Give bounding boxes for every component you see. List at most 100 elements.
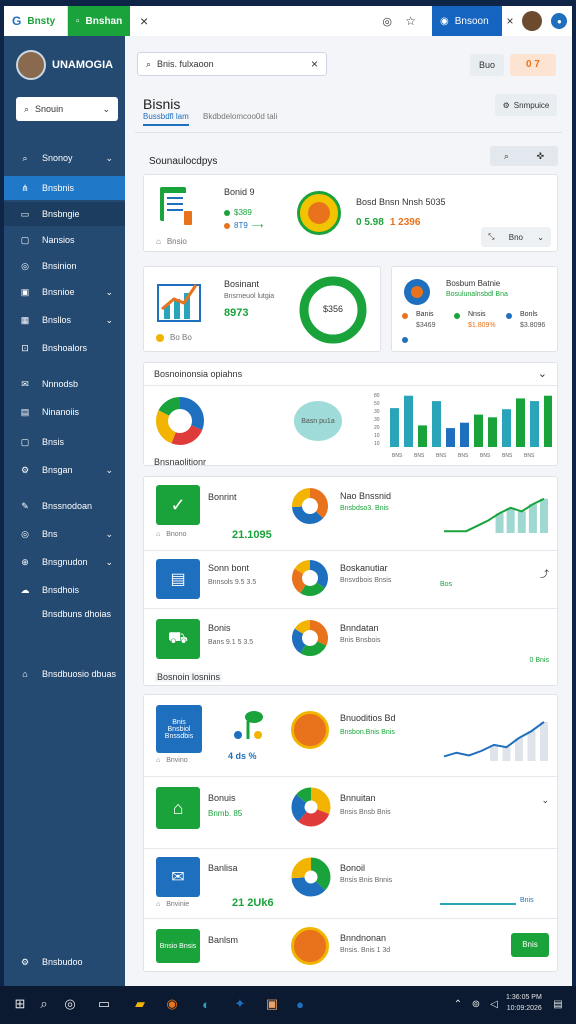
windows-start-icon[interactable]: ⊞ <box>10 994 30 1014</box>
chevron-down-icon[interactable]: ⌄ <box>538 367 547 380</box>
sidebar-item-5[interactable]: ▣ Bnsnioe ⌄ <box>4 280 125 304</box>
sidebar-select[interactable]: ⌕ Snouin ⌄ <box>16 97 118 121</box>
sidebar-item-label: Bns <box>42 529 58 539</box>
sidebar-item-15[interactable]: ☁ Bnsdhois <box>4 578 125 602</box>
sidebar-item-2[interactable]: ▭ Bnsbngie <box>4 202 125 226</box>
sidebar-item-16[interactable]: Bnsdbuns dhoias <box>4 602 125 626</box>
browser-tab-2[interactable]: ▫ Bnshan <box>68 6 130 36</box>
divider <box>135 132 562 133</box>
card3-column: Banis $3469 <box>402 311 452 329</box>
search-icon[interactable]: ⌕ <box>504 151 509 162</box>
x-tick-label: BNS <box>502 453 513 459</box>
sidebar-item-label: Bnsis <box>42 437 65 447</box>
card2-footer: Bo Bo <box>156 333 192 342</box>
pie-chart <box>154 395 206 447</box>
header-counter[interactable]: 0 7 <box>510 54 556 76</box>
network-icon: ⋔ <box>21 182 29 193</box>
sidebar-item-10[interactable]: ▢ Bnsis <box>4 430 125 454</box>
record-icon[interactable]: ◎ <box>382 15 392 28</box>
trend-chart <box>443 721 548 761</box>
sidebar-item-17[interactable]: ⌂ Bnsdbuosio dbuas <box>4 662 125 686</box>
list-row[interactable]: ⌂ Bonuis Bnmb. 85 Bnnuitan Bnsis Bnsb Bn… <box>144 777 559 849</box>
card1-control[interactable]: ⤡ Bno ⌄ <box>481 227 551 247</box>
arrow-right-icon: ⟶ <box>251 221 264 230</box>
y-tick-label: 10 <box>374 441 380 447</box>
sidebar-item-12[interactable]: ✎ Bnssnodoan <box>4 494 125 518</box>
y-tick-label: 30 <box>374 409 380 415</box>
close-icon[interactable]: × <box>140 13 148 29</box>
browser-tab-1[interactable]: G Bnsty <box>4 6 68 36</box>
address-bar[interactable]: × ◎ ☆ <box>130 6 432 36</box>
close-icon[interactable]: × <box>311 57 318 71</box>
lock-icon: ⊡ <box>21 342 29 353</box>
gear-icon: ⚙ <box>20 464 30 475</box>
progress-line <box>440 903 516 905</box>
sidebar-item-0[interactable]: ⌕ Snonoy ⌄ <box>4 146 125 170</box>
sidebar-item-1[interactable]: ⋔ Bnsbnis <box>4 176 125 200</box>
sidebar-item-label: Nansios <box>42 235 75 245</box>
notification-icon[interactable]: ▤ <box>548 994 568 1014</box>
browser-icon[interactable]: ● <box>290 994 310 1014</box>
sidebar-item-7[interactable]: ⊡ Bnshoalors <box>4 336 125 360</box>
store-icon[interactable]: ▣ <box>262 994 282 1014</box>
action-button[interactable]: ⚙ Snmpuice <box>495 94 557 116</box>
list-row[interactable]: ✓ Bonrint 21.1095 ⌂ Bnono Nao Bnssnid Bns… <box>144 477 559 551</box>
list-row[interactable]: Bnis Bnsbiol Bnssdbis 4 ds % ⌂ Bnvino Bnu… <box>144 695 559 777</box>
sidebar-item-13[interactable]: ◎ Bns ⌄ <box>4 522 125 546</box>
clock[interactable]: 1:36:05 PM 10:09:2026 <box>506 992 542 1014</box>
sidebar-item-label: Nnnodsb <box>42 379 79 389</box>
tab-inactive[interactable]: Bkdbdelomcoo0d tali <box>203 112 277 121</box>
avatar[interactable] <box>522 11 543 31</box>
report-icon: Bnis Bnsbiol Bnssdbis <box>156 705 202 753</box>
list-row[interactable]: ✉ Banlisa 21 2Uk6 ⌂ Bnvinie Bonoil Bnsis … <box>144 849 559 919</box>
wifi-icon[interactable]: ⊚ <box>466 994 486 1014</box>
section-title: Bosnoin losnins <box>155 672 223 682</box>
list-row[interactable]: Bnsio Bnsis Banlsm Bnndnonan Bnsis. Bnis… <box>144 919 559 973</box>
cash-icon: Bnsio Bnsis <box>156 929 200 963</box>
close-icon[interactable]: × <box>506 14 513 28</box>
primary-button[interactable]: Bnis <box>511 933 549 957</box>
chevron-down-icon[interactable]: ⌄ <box>541 795 549 806</box>
card3-column: Nnsis $1.809% <box>454 311 504 329</box>
sidebar-footer[interactable]: ⚙ Bnsbudoo <box>4 950 125 974</box>
chevron-up-icon[interactable]: ⌃ <box>448 994 468 1014</box>
header-button[interactable]: Buo <box>470 54 504 76</box>
star-icon[interactable]: ☆ <box>405 14 416 28</box>
header-search[interactable]: ⌕ Bnis. fulxaoon × <box>137 52 327 76</box>
trend-bar <box>540 721 548 761</box>
list-row[interactable]: ▤ Sonn bont Bnnsols 9.5 3.5 Boskanutiar … <box>144 551 559 609</box>
chrome-icon[interactable]: ◉ <box>162 994 182 1014</box>
camera-icon[interactable]: ▭ <box>94 994 114 1014</box>
analytics-card: ✓ Bonrint 21.1095 ⌂ Bnono Nao Bnssnid Bns… <box>143 476 559 686</box>
sidebar-item-4[interactable]: ◎ Bnsinion <box>4 254 125 278</box>
sidebar-item-8[interactable]: ✉ Nnnodsb <box>4 372 125 396</box>
board-icon: ▣ <box>20 286 30 297</box>
card1-right-values: 0 5.98 1 2396 <box>356 217 421 228</box>
sidebar-item-3[interactable]: ▢ Nansios <box>4 228 125 252</box>
book-icon: ▤ <box>20 406 30 417</box>
task-view-icon[interactable]: ◎ <box>60 994 80 1014</box>
profile-badge-icon[interactable]: ● <box>551 13 568 29</box>
app-icon[interactable]: ✦ <box>230 994 250 1014</box>
sidebar-item-11[interactable]: ⚙ Bnsgan ⌄ <box>4 458 125 482</box>
browser-logo-icon: G <box>12 14 22 28</box>
edge-icon[interactable]: ◐ <box>196 994 216 1014</box>
globe-icon: ◎ <box>21 260 29 271</box>
browser-tab-3[interactable]: ◉ Bnsoon <box>432 6 502 36</box>
pin-icon[interactable]: ✜ <box>537 151 545 162</box>
sidebar-item-9[interactable]: ▤ Ninanoiis <box>4 400 125 424</box>
sidebar-item-label: Bnsdhois <box>42 585 80 595</box>
dot-icon <box>224 209 230 216</box>
file-explorer-icon[interactable]: ▰ <box>130 994 150 1014</box>
search-icon: ⌕ <box>24 103 30 114</box>
search-icon[interactable]: ⌕ <box>34 994 54 1014</box>
bar-chart: 80 50 30 30 20 10 10 BNS BNS BNS BNS BNS BNS BNS <box>374 393 552 459</box>
sidebar-item-6[interactable]: ▦ Bnsllos ⌄ <box>4 308 125 332</box>
bar <box>488 417 497 447</box>
volume-icon[interactable]: ◁ <box>484 994 504 1014</box>
trend-bar <box>528 504 537 533</box>
chevron-down-icon: ⌄ <box>102 103 110 114</box>
sidebar-item-14[interactable]: ⊕ Bnsgnudon ⌄ <box>4 550 125 574</box>
tab-active[interactable]: Bussbdfl lam <box>143 112 189 126</box>
view-toggle[interactable]: ⌕ ✜ <box>490 146 558 166</box>
